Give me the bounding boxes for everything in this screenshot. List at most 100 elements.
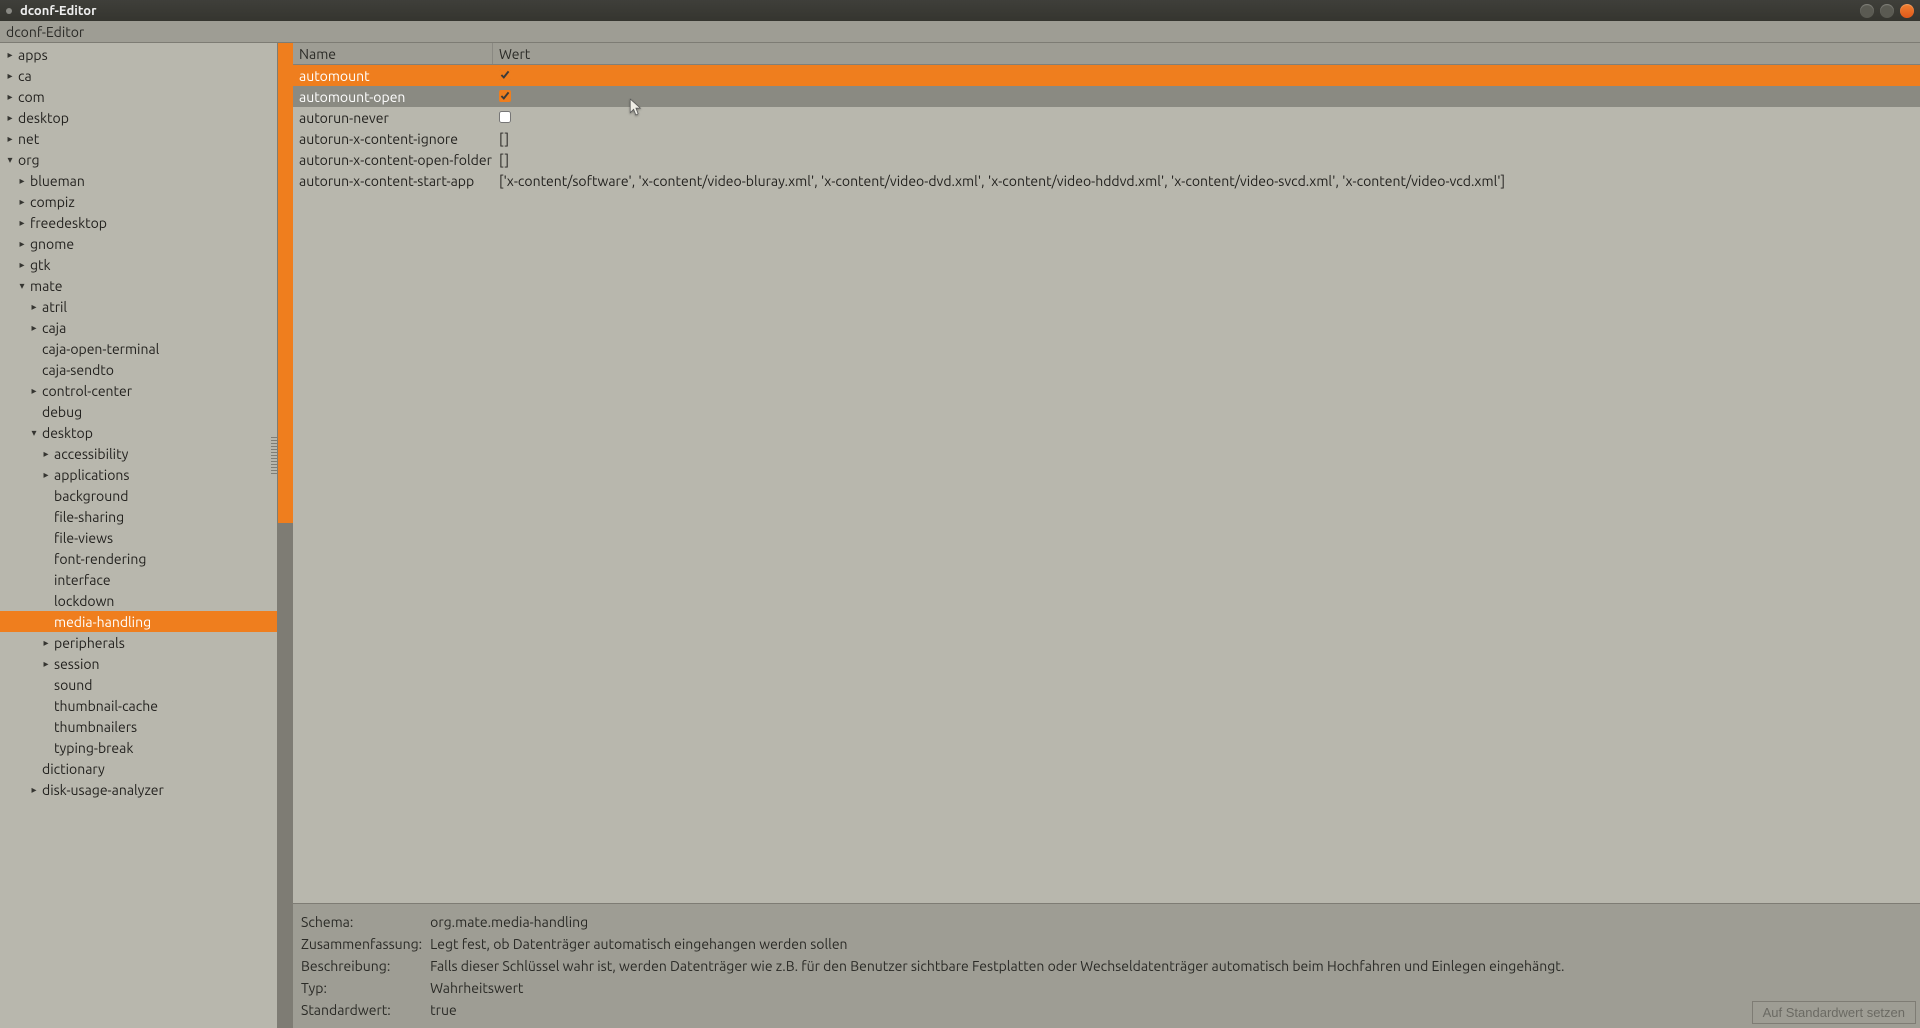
- tree-item-debug[interactable]: debug: [0, 401, 277, 422]
- chevron-right-icon[interactable]: ▸: [16, 196, 28, 208]
- window-maximize-button[interactable]: [1880, 4, 1894, 18]
- tree-item-gtk[interactable]: ▸gtk: [0, 254, 277, 275]
- key-value[interactable]: [493, 89, 1920, 105]
- key-value[interactable]: ['x-content/software', 'x-content/video-…: [493, 173, 1920, 189]
- key-name: autorun-x-content-start-app: [293, 173, 493, 189]
- chevron-right-icon[interactable]: ▸: [16, 259, 28, 271]
- pane-resize-handle[interactable]: [271, 437, 277, 475]
- tree-item-disk-usage-analyzer[interactable]: ▸disk-usage-analyzer: [0, 779, 277, 800]
- schema-tree[interactable]: ▸apps▸ca▸com▸desktop▸net▾org▸blueman▸com…: [0, 43, 278, 1028]
- tree-item-com[interactable]: ▸com: [0, 86, 277, 107]
- tree-item-label: com: [16, 89, 45, 105]
- tree-item-peripherals[interactable]: ▸peripherals: [0, 632, 277, 653]
- detail-label-type: Typ:: [301, 978, 428, 998]
- tree-scrollbar[interactable]: [278, 43, 293, 1028]
- tree-item-label: interface: [52, 572, 111, 588]
- key-list-header[interactable]: Name Wert: [293, 43, 1920, 65]
- chevron-right-icon[interactable]: ▸: [16, 238, 28, 250]
- column-header-value[interactable]: Wert: [493, 43, 1920, 64]
- detail-value-summary: Legt fest, ob Datenträger automatisch ei…: [430, 934, 1570, 954]
- key-name: autorun-x-content-ignore: [293, 131, 493, 147]
- chevron-down-icon[interactable]: ▾: [4, 154, 16, 166]
- tree-item-gnome[interactable]: ▸gnome: [0, 233, 277, 254]
- key-list[interactable]: Name Wert automountautomount-openautorun…: [293, 43, 1920, 903]
- tree-item-caja[interactable]: ▸caja: [0, 317, 277, 338]
- key-value[interactable]: [493, 68, 1920, 84]
- chevron-right-icon[interactable]: ▸: [4, 91, 16, 103]
- chevron-right-icon[interactable]: ▸: [40, 637, 52, 649]
- chevron-right-icon[interactable]: ▸: [40, 658, 52, 670]
- key-value-checkbox[interactable]: [499, 90, 511, 102]
- tree-item-typing-break[interactable]: typing-break: [0, 737, 277, 758]
- chevron-right-icon[interactable]: ▸: [40, 469, 52, 481]
- chevron-right-icon[interactable]: ▸: [16, 175, 28, 187]
- tree-item-label: thumbnailers: [52, 719, 137, 735]
- key-value[interactable]: []: [493, 152, 1920, 168]
- tree-item-label: ca: [16, 68, 32, 84]
- tree-item-label: lockdown: [52, 593, 114, 609]
- tree-item-net[interactable]: ▸net: [0, 128, 277, 149]
- tree-item-lockdown[interactable]: lockdown: [0, 590, 277, 611]
- app-indicator-icon: [6, 8, 12, 14]
- chevron-right-icon[interactable]: ▸: [28, 301, 40, 313]
- chevron-right-icon[interactable]: ▸: [4, 112, 16, 124]
- key-value[interactable]: []: [493, 131, 1920, 147]
- tree-item-label: org: [16, 152, 40, 168]
- tree-item-compiz[interactable]: ▸compiz: [0, 191, 277, 212]
- tree-item-thumbnail-cache[interactable]: thumbnail-cache: [0, 695, 277, 716]
- key-row-autorun-never[interactable]: autorun-never: [293, 107, 1920, 128]
- key-value[interactable]: [493, 110, 1920, 126]
- chevron-right-icon[interactable]: ▸: [4, 70, 16, 82]
- tree-item-label: disk-usage-analyzer: [40, 782, 164, 798]
- tree-item-ca[interactable]: ▸ca: [0, 65, 277, 86]
- chevron-right-icon[interactable]: ▸: [28, 784, 40, 796]
- chevron-down-icon[interactable]: ▾: [16, 280, 28, 292]
- tree-item-session[interactable]: ▸session: [0, 653, 277, 674]
- key-name: autorun-x-content-open-folder: [293, 152, 493, 168]
- tree-item-thumbnailers[interactable]: thumbnailers: [0, 716, 277, 737]
- key-value-checkbox[interactable]: [499, 69, 511, 81]
- tree-item-accessibility[interactable]: ▸accessibility: [0, 443, 277, 464]
- tree-item-background[interactable]: background: [0, 485, 277, 506]
- tree-item-file-sharing[interactable]: file-sharing: [0, 506, 277, 527]
- tree-item-caja-sendto[interactable]: caja-sendto: [0, 359, 277, 380]
- tree-item-blueman[interactable]: ▸blueman: [0, 170, 277, 191]
- chevron-right-icon[interactable]: ▸: [16, 217, 28, 229]
- tree-item-mate[interactable]: ▾mate: [0, 275, 277, 296]
- tree-item-label: caja-sendto: [40, 362, 114, 378]
- tree-item-file-views[interactable]: file-views: [0, 527, 277, 548]
- chevron-right-icon[interactable]: ▸: [28, 385, 40, 397]
- reset-to-default-button[interactable]: Auf Standardwert setzen: [1752, 1001, 1916, 1024]
- tree-item-control-center[interactable]: ▸control-center: [0, 380, 277, 401]
- key-row-automount[interactable]: automount: [293, 65, 1920, 86]
- tree-item-label: font-rendering: [52, 551, 146, 567]
- window-close-button[interactable]: [1900, 4, 1914, 18]
- key-row-automount-open[interactable]: automount-open: [293, 86, 1920, 107]
- tree-item-label: control-center: [40, 383, 132, 399]
- tree-item-desktop[interactable]: ▸desktop: [0, 107, 277, 128]
- tree-item-atril[interactable]: ▸atril: [0, 296, 277, 317]
- key-row-autorun-x-content-start-app[interactable]: autorun-x-content-start-app['x-content/s…: [293, 170, 1920, 191]
- tree-item-desktop[interactable]: ▾desktop: [0, 422, 277, 443]
- key-row-autorun-x-content-ignore[interactable]: autorun-x-content-ignore[]: [293, 128, 1920, 149]
- tree-item-freedesktop[interactable]: ▸freedesktop: [0, 212, 277, 233]
- tree-item-org[interactable]: ▾org: [0, 149, 277, 170]
- tree-item-caja-open-terminal[interactable]: caja-open-terminal: [0, 338, 277, 359]
- chevron-right-icon[interactable]: ▸: [40, 448, 52, 460]
- tree-item-apps[interactable]: ▸apps: [0, 44, 277, 65]
- tree-item-interface[interactable]: interface: [0, 569, 277, 590]
- chevron-right-icon[interactable]: ▸: [4, 49, 16, 61]
- tree-item-sound[interactable]: sound: [0, 674, 277, 695]
- tree-item-media-handling[interactable]: media-handling: [0, 611, 277, 632]
- tree-item-applications[interactable]: ▸applications: [0, 464, 277, 485]
- column-header-name[interactable]: Name: [293, 43, 493, 64]
- chevron-down-icon[interactable]: ▾: [28, 427, 40, 439]
- window-minimize-button[interactable]: [1860, 4, 1874, 18]
- key-value-checkbox[interactable]: [499, 111, 511, 123]
- tree-item-font-rendering[interactable]: font-rendering: [0, 548, 277, 569]
- chevron-right-icon[interactable]: ▸: [28, 322, 40, 334]
- tree-item-dictionary[interactable]: dictionary: [0, 758, 277, 779]
- chevron-right-icon[interactable]: ▸: [4, 133, 16, 145]
- key-row-autorun-x-content-open-folder[interactable]: autorun-x-content-open-folder[]: [293, 149, 1920, 170]
- detail-label-default: Standardwert:: [301, 1000, 428, 1020]
